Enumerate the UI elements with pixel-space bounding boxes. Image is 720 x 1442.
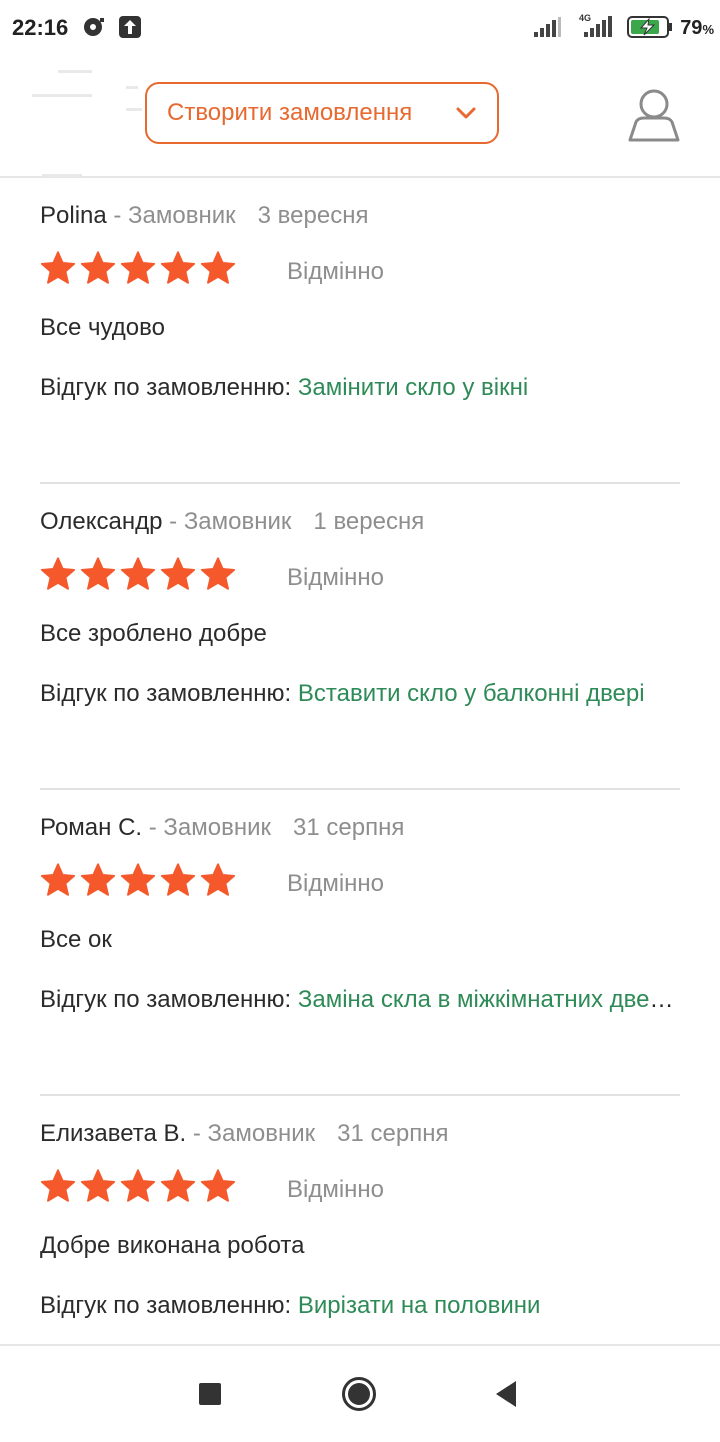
- star-icon: [120, 1169, 156, 1202]
- order-link[interactable]: Вирізати на половини: [298, 1292, 541, 1319]
- reviewer-name: Елизавета В.: [40, 1120, 187, 1147]
- recent-apps-icon[interactable]: [198, 1382, 222, 1411]
- order-label: Відгук по замовленню:: [40, 680, 298, 707]
- star-icon: [200, 557, 236, 590]
- review-date: 31 серпня: [337, 1120, 449, 1147]
- review-text: Все чудово: [40, 314, 165, 341]
- order-link[interactable]: Замінити скло у вікні: [298, 374, 528, 401]
- reviewer-role: - Замовник: [106, 202, 236, 229]
- app-header: Створити замовлення: [0, 56, 720, 178]
- order-label: Відгук по замовленню:: [40, 1292, 298, 1319]
- review-header: Роман С. - Замовник 31 серпня: [40, 814, 404, 842]
- review-text: Все ок: [40, 926, 112, 953]
- star-icon: [160, 1169, 196, 1202]
- order-link[interactable]: Заміна скла в міжкімнатних дверях: [298, 986, 680, 1013]
- star-icon: [40, 863, 76, 896]
- star-icon: [160, 863, 196, 896]
- profile-icon[interactable]: [628, 88, 680, 147]
- reviewer-name: Олександр: [40, 508, 163, 535]
- star-icon: [40, 251, 76, 284]
- media-icon: [82, 16, 106, 43]
- status-bar: 22:16 4G 79%: [0, 0, 720, 56]
- star-icon: [120, 251, 156, 284]
- review-date: 31 серпня: [293, 814, 405, 841]
- rating-stars: [40, 862, 240, 898]
- chevron-down-icon: [455, 102, 477, 131]
- system-nav-bar: [0, 1344, 720, 1442]
- order-label: Відгук по замовленню:: [40, 986, 298, 1013]
- star-icon: [80, 863, 116, 896]
- star-icon: [40, 557, 76, 590]
- rating-label: Відмінно: [287, 258, 385, 285]
- reviewer-role: - Замовник: [162, 508, 292, 535]
- battery-percent: 79%: [680, 17, 714, 39]
- review-header: Олександр - Замовник 1 вересня: [40, 508, 424, 536]
- star-icon: [80, 251, 116, 284]
- review-text: Добре виконана робота: [40, 1232, 305, 1259]
- signal-4g-icon: 4G: [576, 12, 616, 43]
- back-icon[interactable]: [494, 1380, 518, 1413]
- home-icon[interactable]: [341, 1376, 377, 1417]
- status-time: 22:16: [12, 15, 69, 40]
- star-icon: [120, 863, 156, 896]
- review-header: Елизавета В. - Замовник 31 серпня: [40, 1120, 448, 1148]
- review-date: 1 вересня: [313, 508, 425, 535]
- rating-label: Відмінно: [287, 1176, 385, 1203]
- review-order: Відгук по замовленню: Заміна скла в міжк…: [40, 986, 680, 1014]
- reviewer-role: - Замовник: [186, 1120, 316, 1147]
- star-icon: [80, 557, 116, 590]
- star-icon: [200, 1169, 236, 1202]
- star-icon: [80, 1169, 116, 1202]
- reviewer-name: Роман С.: [40, 814, 143, 841]
- review-item: Олександр - Замовник 1 вересня Відмінно В…: [40, 484, 680, 790]
- upload-icon: [119, 16, 141, 43]
- create-order-label: Створити замовлення: [167, 99, 413, 126]
- review-item: Polina - Замовник 3 вересня Відмінно Все …: [40, 178, 680, 484]
- app-logo: [30, 70, 150, 177]
- review-order: Відгук по замовленню: Вирізати на полови…: [40, 1292, 680, 1320]
- svg-text:4G: 4G: [579, 13, 591, 23]
- star-icon: [200, 863, 236, 896]
- review-date: 3 вересня: [257, 202, 369, 229]
- rating-label: Відмінно: [287, 870, 385, 897]
- star-icon: [160, 557, 196, 590]
- review-item: Роман С. - Замовник 31 серпня Відмінно Вс…: [40, 790, 680, 1096]
- create-order-button[interactable]: Створити замовлення: [145, 82, 499, 144]
- signal-icon: [534, 17, 562, 42]
- rating-label: Відмінно: [287, 564, 385, 591]
- review-order: Відгук по замовленню: Замінити скло у ві…: [40, 374, 680, 402]
- order-label: Відгук по замовленню:: [40, 374, 298, 401]
- star-icon: [160, 251, 196, 284]
- reviewer-role: - Замовник: [142, 814, 272, 841]
- order-link[interactable]: Вставити скло у балконні двері: [298, 680, 645, 707]
- reviewer-name: Polina: [40, 202, 107, 229]
- star-icon: [200, 251, 236, 284]
- review-header: Polina - Замовник 3 вересня: [40, 202, 368, 230]
- battery-charging-icon: [627, 16, 673, 43]
- star-icon: [120, 557, 156, 590]
- star-icon: [40, 1169, 76, 1202]
- review-text: Все зроблено добре: [40, 620, 267, 647]
- rating-stars: [40, 556, 240, 592]
- reviews-list: Polina - Замовник 3 вересня Відмінно Все …: [40, 178, 680, 1402]
- review-order: Відгук по замовленню: Вставити скло у ба…: [40, 680, 680, 708]
- rating-stars: [40, 1168, 240, 1204]
- rating-stars: [40, 250, 240, 286]
